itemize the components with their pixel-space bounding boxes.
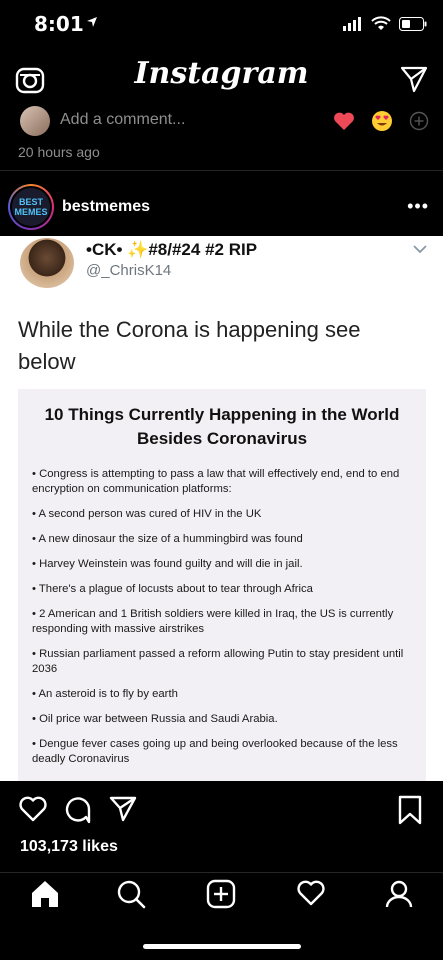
list-item: • Dengue fever cases going up and being … xyxy=(32,738,398,765)
like-heart-icon[interactable] xyxy=(18,795,48,823)
comment-row: Add a comment... xyxy=(0,104,443,140)
bookmark-icon[interactable] xyxy=(398,795,422,825)
divider xyxy=(0,170,443,171)
tweet-author-avatar xyxy=(20,238,74,288)
new-post-icon[interactable] xyxy=(206,879,236,909)
tweet-author-name: •CK• ✨#8/#24 #2 RIP xyxy=(86,240,258,259)
signal-icon xyxy=(343,16,361,31)
comment-input[interactable]: Add a comment... xyxy=(60,111,185,129)
post-username[interactable]: bestmemes xyxy=(62,198,150,216)
add-reaction-icon[interactable] xyxy=(409,111,429,131)
list-item: • A new dinosaur the size of a hummingbi… xyxy=(32,533,303,545)
heart-emoji-icon[interactable] xyxy=(333,111,355,131)
status-bar: 8:01 xyxy=(0,0,443,50)
list-item: • Congress is attempting to pass a law t… xyxy=(32,468,400,495)
more-options-icon[interactable]: ••• xyxy=(407,196,429,217)
activity-heart-icon[interactable] xyxy=(296,879,326,907)
list-item: • 2 American and 1 British soldiers were… xyxy=(32,608,394,635)
share-icon[interactable] xyxy=(108,795,138,823)
post-actions xyxy=(0,795,443,827)
instagram-logo: Instagram xyxy=(134,56,309,91)
avatar-text-line2: MEMES xyxy=(14,207,48,217)
location-arrow-icon xyxy=(87,17,97,27)
avatar-text-line1: BEST xyxy=(18,197,43,207)
embedded-list-image: 10 Things Currently Happening in the Wor… xyxy=(18,389,426,781)
bottom-tab-bar xyxy=(0,872,443,932)
home-icon[interactable] xyxy=(30,879,60,909)
list-item: • A second person was cured of HIV in th… xyxy=(32,508,262,520)
list-item: • Russian parliament passed a reform all… xyxy=(32,648,404,675)
comment-icon[interactable] xyxy=(62,795,92,825)
status-time: 8:01 xyxy=(34,12,84,36)
tweet-author-handle: @_ChrisK14 xyxy=(86,262,172,279)
chevron-down-icon xyxy=(413,245,427,254)
post-header: BEST MEMES bestmemes ••• xyxy=(0,180,443,234)
like-count[interactable]: 103,173 likes xyxy=(20,838,118,856)
list-item: • There's a plague of locusts about to t… xyxy=(32,583,313,595)
list-item: • Oil price war between Russia and Saudi… xyxy=(32,713,278,725)
list-items: • Congress is attempting to pass a law t… xyxy=(32,467,418,777)
status-icons xyxy=(343,16,427,31)
post-author-avatar[interactable]: BEST MEMES xyxy=(8,184,54,230)
list-title-line1: 10 Things Currently Happening in the Wor… xyxy=(44,405,400,424)
list-item: • An asteroid is to fly by earth xyxy=(32,688,178,700)
heart-eyes-emoji-icon[interactable] xyxy=(371,110,393,132)
wifi-icon xyxy=(371,16,391,30)
quick-reactions xyxy=(333,110,429,132)
home-indicator[interactable] xyxy=(143,944,301,949)
user-avatar xyxy=(20,106,50,136)
list-item: • Harvey Weinstein was found guilty and … xyxy=(32,558,303,570)
post-image[interactable]: •CK• ✨#8/#24 #2 RIP @_ChrisK14 While the… xyxy=(0,236,443,781)
search-icon[interactable] xyxy=(116,879,146,909)
post-timestamp: 20 hours ago xyxy=(18,144,100,160)
list-title: 10 Things Currently Happening in the Wor… xyxy=(18,403,426,451)
app-header: Instagram xyxy=(0,52,443,102)
direct-message-icon[interactable] xyxy=(399,64,429,94)
battery-icon xyxy=(399,16,427,31)
tweet-text: While the Corona is happening see below xyxy=(18,317,361,374)
profile-icon[interactable] xyxy=(384,879,414,909)
list-title-line2: Besides Coronavirus xyxy=(136,429,308,448)
